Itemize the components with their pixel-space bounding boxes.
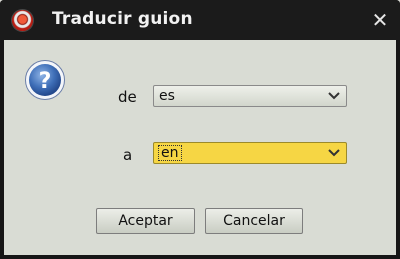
record-icon (12, 10, 33, 31)
title-bar[interactable]: Traducir guion ✕ (0, 0, 400, 40)
dialog-body: ? de es a en Aceptar Cancelar (4, 40, 396, 255)
question-icon: ? (25, 60, 65, 100)
chevron-down-icon (328, 149, 340, 157)
cancel-button[interactable]: Cancelar (205, 208, 303, 234)
window-title: Traducir guion (52, 9, 193, 29)
to-language-value: en (158, 145, 182, 161)
to-language-select[interactable]: en (153, 142, 347, 164)
close-icon[interactable]: ✕ (370, 10, 390, 30)
from-language-select[interactable]: es (153, 85, 347, 107)
chevron-down-icon (328, 92, 340, 100)
to-language-label: a (123, 146, 133, 164)
accept-button[interactable]: Aceptar (96, 208, 195, 234)
window-border (0, 255, 400, 259)
from-language-value: es (159, 88, 175, 104)
svg-text:?: ? (39, 69, 52, 94)
from-language-label: de (118, 88, 137, 106)
dialog-window: Traducir guion ✕ ? de es a en Aceptar Ca… (0, 0, 400, 259)
